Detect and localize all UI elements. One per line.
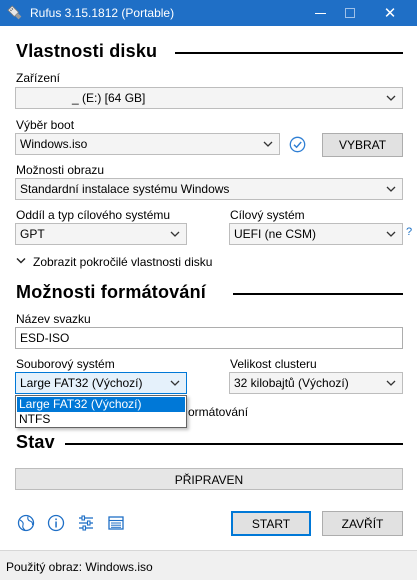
filesystem-option[interactable]: NTFS: [17, 412, 185, 427]
chevron-down-icon: [170, 380, 180, 386]
image-option-select[interactable]: Standardní instalace systému Windows: [15, 178, 403, 200]
target-system-label: Cílový systém: [230, 208, 305, 222]
filesystem-dropdown-list: Large FAT32 (Výchozí) NTFS: [15, 395, 187, 428]
help-mark[interactable]: ?: [406, 226, 412, 238]
section-heading-drive: Vlastnosti disku: [16, 41, 158, 61]
partition-value: GPT: [20, 227, 45, 241]
boot-label: Výběr boot: [16, 118, 75, 132]
section-divider: [175, 52, 403, 54]
chevron-down-icon: [386, 380, 396, 386]
progress-bar: PŘIPRAVEN: [15, 468, 403, 490]
partition-select[interactable]: GPT: [15, 223, 187, 245]
maximize-icon: [345, 8, 355, 18]
progress-text: PŘIPRAVEN: [174, 473, 244, 487]
filesystem-option[interactable]: Large FAT32 (Výchozí): [17, 397, 185, 412]
cluster-size-value: 32 kilobajtů (Výchozí): [234, 376, 349, 390]
settings-sliders-icon[interactable]: [76, 513, 96, 533]
image-option-label: Možnosti obrazu: [16, 163, 105, 177]
section-heading-format: Možnosti formátování: [16, 282, 207, 302]
advanced-format-label-fragment: ormátování: [188, 405, 249, 419]
maximize-button: [330, 0, 370, 26]
target-system-value: UEFI (ne CSM): [234, 227, 317, 241]
chevron-down-icon: [386, 186, 396, 192]
check-circle-icon[interactable]: [289, 136, 306, 153]
volume-label-input[interactable]: ESD-ISO: [15, 327, 403, 349]
close-button[interactable]: ZAVŘÍT: [322, 511, 403, 536]
close-window-button[interactable]: ✕: [370, 0, 410, 26]
log-table-icon[interactable]: [106, 513, 126, 533]
target-system-select[interactable]: UEFI (ne CSM): [229, 223, 403, 245]
window-title: Rufus 3.15.1812 (Portable): [30, 6, 175, 20]
chevron-down-icon: [170, 231, 180, 237]
select-image-button[interactable]: VYBRAT: [322, 133, 403, 157]
advanced-drive-label: Zobrazit pokročilé vlastnosti disku: [33, 255, 213, 269]
device-value: _ (E:) [64 GB]: [72, 91, 146, 105]
chevron-down-icon: [263, 141, 273, 147]
minimize-icon: [314, 12, 326, 14]
section-heading-status: Stav: [16, 432, 55, 452]
chevron-down-icon: [386, 231, 396, 237]
chevron-down-icon: [16, 258, 26, 264]
filesystem-label: Souborový systém: [16, 357, 115, 371]
image-option-value: Standardní instalace systému Windows: [20, 182, 230, 196]
chevron-down-icon: [386, 95, 396, 101]
filesystem-value: Large FAT32 (Výchozí): [20, 376, 143, 390]
boot-select[interactable]: Windows.iso: [15, 133, 280, 155]
cluster-size-select[interactable]: 32 kilobajtů (Výchozí): [229, 372, 403, 394]
partition-label: Oddíl a typ cílového systému: [16, 208, 171, 222]
close-icon: ✕: [383, 4, 397, 22]
boot-value: Windows.iso: [20, 137, 88, 151]
cluster-size-label: Velikost clusteru: [230, 357, 317, 371]
info-icon[interactable]: [46, 513, 66, 533]
section-divider: [233, 293, 403, 295]
section-divider: [65, 443, 403, 445]
volume-label-caption: Název svazku: [16, 312, 91, 326]
app-usb-icon: [7, 5, 22, 20]
device-select[interactable]: _ (E:) [64 GB]: [15, 87, 403, 109]
status-bar: Použitý obraz: Windows.iso: [0, 550, 417, 580]
title-bar: Rufus 3.15.1812 (Portable) ✕: [0, 0, 417, 26]
status-bar-text: Použitý obraz: Windows.iso: [6, 560, 153, 574]
start-button[interactable]: START: [231, 511, 311, 536]
device-label: Zařízení: [16, 71, 61, 85]
globe-icon[interactable]: [16, 513, 36, 533]
filesystem-select[interactable]: Large FAT32 (Výchozí): [15, 372, 187, 394]
